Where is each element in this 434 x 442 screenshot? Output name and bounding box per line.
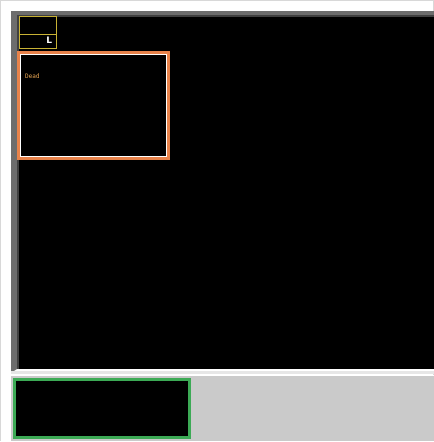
viewport-bottom-bevel xyxy=(11,371,434,374)
status-indicator-letter: L xyxy=(46,36,52,46)
status-indicator: L xyxy=(19,16,57,49)
window-left-rail xyxy=(1,1,11,442)
info-panel: Dead xyxy=(17,51,170,160)
minimap-panel[interactable] xyxy=(13,378,191,439)
game-window: L Dead xyxy=(0,0,434,442)
player-status-text: Dead xyxy=(25,73,40,80)
